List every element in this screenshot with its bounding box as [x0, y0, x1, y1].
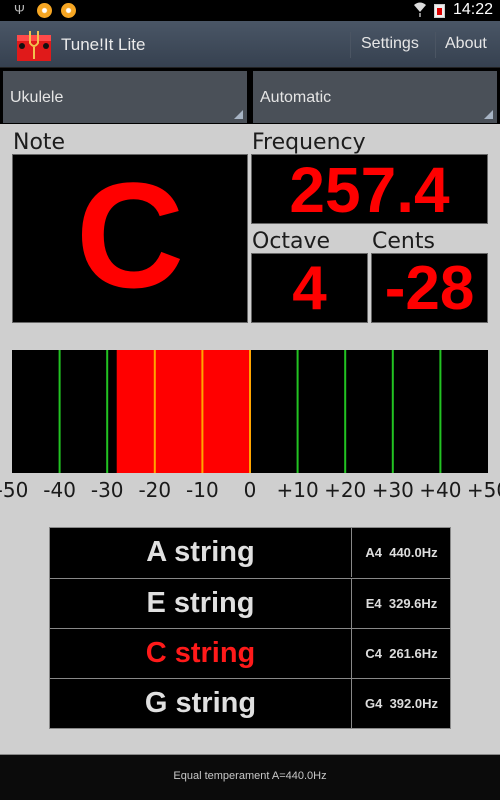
cents-value: -28 [384, 254, 475, 323]
clock: 14:22 [452, 1, 493, 18]
string-note: A4 [365, 545, 382, 560]
status-bar: Ψ 14:22 [0, 0, 500, 21]
octave-display: 4 [251, 253, 368, 323]
meter-tick-label: +40 [419, 478, 462, 502]
meter-tick-label: -10 [186, 478, 219, 502]
instrument-spinner[interactable]: Ukulele [3, 71, 247, 123]
string-frequency: C4 261.6Hz [351, 629, 451, 678]
note-display: C [12, 154, 248, 323]
string-frequency: G4 392.0Hz [351, 679, 451, 728]
meter-fill [116, 350, 250, 473]
note-value: C [75, 154, 185, 319]
battery-icon [434, 4, 445, 18]
meter-graphic [58, 350, 442, 473]
spinner-row: Ukulele Automatic [0, 68, 500, 124]
string-hz: 261.6Hz [389, 646, 438, 661]
frequency-display: 257.4 [251, 154, 488, 224]
notification-icon [61, 3, 76, 18]
string-hz: 392.0Hz [389, 696, 438, 711]
tuning-fork-icon [17, 31, 51, 61]
string-name: G string [144, 687, 257, 719]
string-row[interactable]: G string G4 392.0Hz [50, 678, 450, 728]
string-hz: 329.6Hz [388, 596, 438, 611]
string-note: C4 [365, 646, 382, 661]
meter-tick-label: +20 [324, 478, 367, 502]
instrument-value: Ukulele [10, 89, 64, 106]
mode-value: Automatic [260, 89, 332, 106]
string-hz: 440.0Hz [389, 545, 438, 560]
string-row-active[interactable]: C string C4 261.6Hz [50, 628, 450, 678]
note-label: Note [13, 130, 66, 155]
action-bar: Tune!It Lite Settings About [0, 21, 500, 68]
string-row[interactable]: E string E4 329.6Hz [50, 578, 450, 628]
string-frequency: E4 329.6Hz [351, 579, 451, 628]
dropdown-indicator-icon [234, 110, 243, 119]
octave-label: Octave [252, 229, 331, 254]
meter-tick-label: +30 [371, 478, 414, 502]
meter-tick-label: +10 [276, 478, 319, 502]
meter-tick-label: 0 [243, 478, 257, 502]
string-note: G4 [365, 696, 383, 711]
string-name: A string [146, 536, 255, 568]
frequency-value: 257.4 [289, 154, 450, 224]
string-frequency: A4 440.0Hz [351, 528, 451, 577]
meter-tick-label: +50 [466, 478, 500, 502]
meter-tick-label: -30 [90, 478, 124, 502]
wifi-icon [414, 2, 426, 17]
divider [435, 32, 436, 58]
mode-spinner[interactable]: Automatic [253, 71, 497, 123]
meter-tick-label: -50 [0, 478, 29, 502]
meter-tick-label: -40 [43, 478, 76, 502]
string-note: E4 [365, 596, 382, 611]
cents-display: -28 [371, 253, 488, 323]
string-name: E string [146, 587, 255, 619]
meter-tick-label: -20 [138, 478, 172, 502]
divider [350, 32, 351, 58]
dropdown-indicator-icon [484, 110, 493, 119]
settings-button[interactable]: Settings [361, 35, 419, 53]
string-row[interactable]: A string A4 440.0Hz [50, 528, 450, 578]
string-name: C string [145, 637, 256, 669]
about-button[interactable]: About [445, 35, 487, 53]
string-table: A string A4 440.0Hz E string E4 329.6Hz … [49, 527, 451, 729]
frequency-label: Frequency [252, 130, 366, 155]
footer-bar: Equal temperament A=440.0Hz [0, 754, 500, 800]
notification-icon [37, 3, 52, 18]
usb-icon: Ψ [14, 2, 25, 17]
temperament-info: Equal temperament A=440.0Hz [173, 770, 327, 782]
cents-meter [12, 350, 488, 473]
app-title: Tune!It Lite [61, 35, 146, 54]
octave-value: 4 [292, 254, 327, 323]
cents-label: Cents [372, 229, 435, 254]
